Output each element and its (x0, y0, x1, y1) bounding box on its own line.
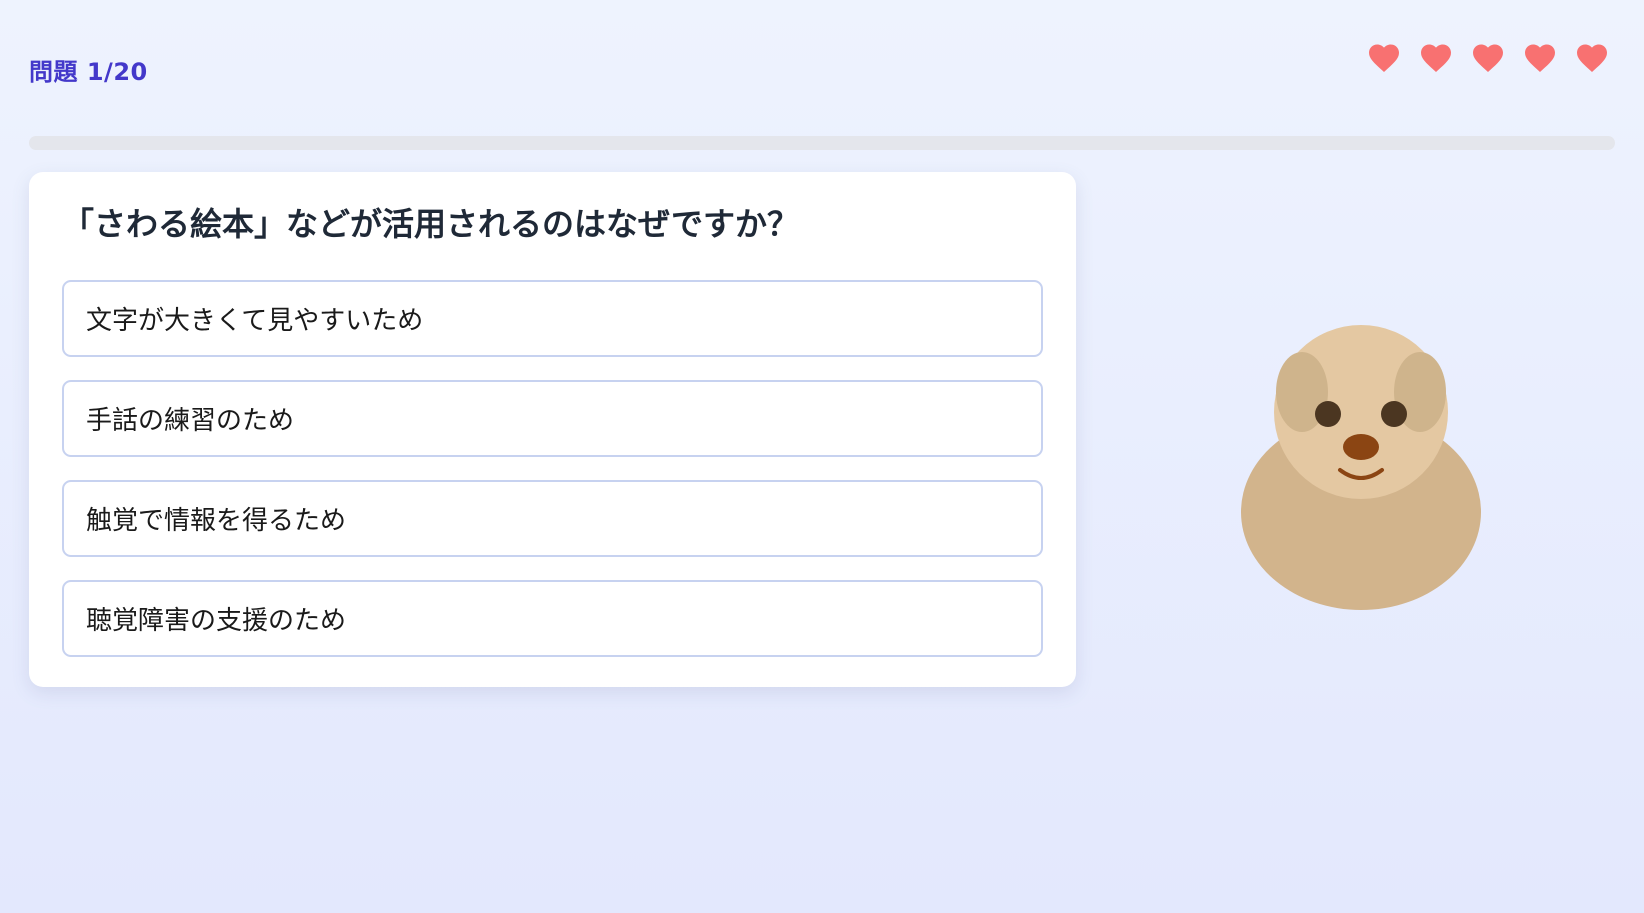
progress-bar (29, 136, 1615, 150)
answer-option-2[interactable]: 手話の練習のため (62, 379, 1043, 457)
question-card: 「さわる絵本」などが活用されるのはなぜですか？ 文字が大きくて見やすいため 手話… (29, 172, 1076, 687)
dog-mascot (1241, 325, 1481, 610)
heart-icon (1525, 44, 1555, 73)
heart-icon (1421, 44, 1451, 73)
heart-icon (1473, 44, 1503, 73)
answer-option-1[interactable]: 文字が大きくて見やすいため (62, 279, 1043, 357)
mascot-right-eye (1381, 401, 1407, 427)
heart-icon (1577, 44, 1607, 73)
heart-icon (1369, 44, 1399, 73)
mascot-left-eye (1315, 401, 1341, 427)
mascot-nose (1343, 434, 1379, 460)
question-text: 「さわる絵本」などが活用されるのはなぜですか？ (62, 205, 799, 243)
answer-options: 文字が大きくて見やすいため 手話の練習のため 触覚で情報を得るため 聴覚障害の支… (62, 279, 1043, 657)
progress-label: 問題 1/20 (29, 58, 148, 86)
answer-option-3[interactable]: 触覚で情報を得るため (62, 479, 1043, 557)
lives (1366, 40, 1610, 76)
answer-option-4[interactable]: 聴覚障害の支援のため (62, 579, 1043, 657)
